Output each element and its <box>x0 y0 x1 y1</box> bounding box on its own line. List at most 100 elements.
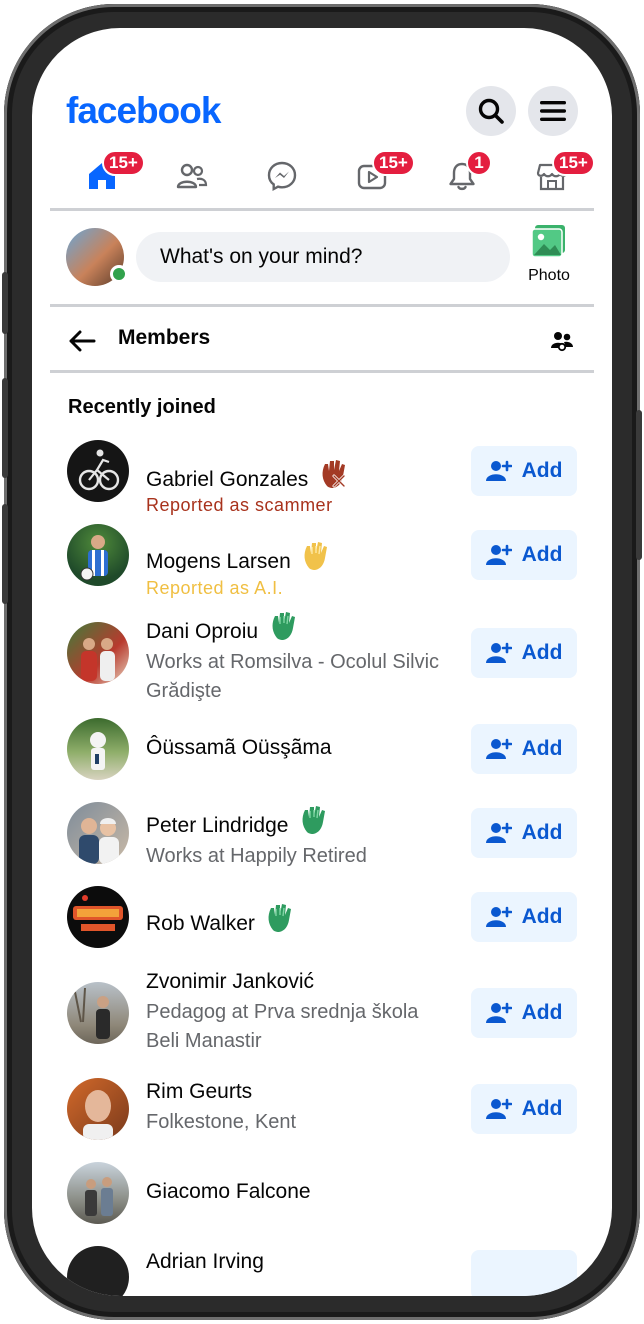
page-title: Members <box>118 326 211 349</box>
member-name[interactable]: Gabriel Gonzales <box>146 468 308 491</box>
avatar[interactable] <box>67 440 129 502</box>
couple-avatar-icon <box>79 818 119 864</box>
watch-badge: 15+ <box>372 150 415 176</box>
member-name[interactable]: Giacomo Falcone <box>146 1180 311 1203</box>
member-text: Rob Walker <box>146 900 466 938</box>
avatar[interactable] <box>67 1246 129 1296</box>
add-label: Add <box>521 737 563 760</box>
add-friend-icon <box>485 1098 512 1119</box>
add-friend-icon <box>485 738 512 759</box>
add-friend-button[interactable]: Add <box>471 446 577 496</box>
add-friend-button[interactable]: Add <box>471 1084 577 1134</box>
avatar[interactable] <box>67 622 129 684</box>
member-name[interactable]: Peter Lindridge <box>146 814 288 837</box>
nav-notifications[interactable]: 1 <box>432 148 492 204</box>
avatar[interactable] <box>67 524 129 586</box>
photo-button[interactable]: Photo <box>522 224 576 288</box>
member-text: Mogens Larsen Reported as A.I. <box>146 538 466 600</box>
nav-home[interactable]: 15+ <box>72 148 145 204</box>
composer-input[interactable]: What's on your mind? <box>136 232 510 282</box>
person-avatar-icon <box>74 987 110 1039</box>
person-avatar-icon <box>80 535 108 581</box>
add-label: Add <box>521 459 563 482</box>
nav-divider <box>50 208 594 211</box>
add-friend-button[interactable]: Add <box>471 892 577 942</box>
wave-green-icon[interactable] <box>297 802 333 838</box>
member-text: Peter Lindridge Works at Happily Retired <box>146 802 466 871</box>
bmx-avatar-icon <box>78 449 120 491</box>
add-friend-icon <box>485 642 512 663</box>
avatar[interactable] <box>67 718 129 780</box>
member-name[interactable]: Adrian Irving <box>146 1250 264 1273</box>
couple-avatar-icon <box>81 638 115 681</box>
members-divider <box>50 370 594 373</box>
member-name[interactable]: Zvonimir Janković <box>146 970 314 993</box>
member-subtitle: Folkestone, Kent <box>146 1111 297 1133</box>
members-header: Members <box>50 310 594 370</box>
member-name[interactable]: Rob Walker <box>146 912 255 935</box>
home-badge: 15+ <box>102 150 145 176</box>
add-friend-button[interactable]: Add <box>471 628 577 678</box>
wave-green-icon[interactable] <box>263 900 299 936</box>
member-text: Rim Geurts Folkestone, Kent <box>146 1078 466 1137</box>
wave-red-icon[interactable] <box>317 456 353 492</box>
add-label: Add <box>521 905 563 928</box>
people-icon[interactable] <box>550 330 574 352</box>
avatar[interactable] <box>67 1078 129 1140</box>
avatar[interactable] <box>67 886 129 948</box>
member-subtitle: Pedagog at Prva srednja škola Beli Manas… <box>146 1001 419 1052</box>
wave-green-icon[interactable] <box>267 608 303 644</box>
add-label: Add <box>521 641 563 664</box>
member-name[interactable]: Ôüssamã Oüsşãma <box>146 736 332 759</box>
member-subtitle: Reported as scammer <box>146 495 333 515</box>
add-label: Add <box>521 1001 563 1024</box>
friends-icon <box>176 163 208 189</box>
member-subtitle: Works at Romsilva - Ocolul Silvic Grădiş… <box>146 651 440 702</box>
member-text: Ôüssamã Oüsşãma <box>146 734 466 762</box>
notifications-badge: 1 <box>466 150 492 176</box>
add-label: Add <box>521 1097 563 1120</box>
nav-friends[interactable] <box>162 148 222 204</box>
add-label: Add <box>521 821 563 844</box>
main-nav: 15+ 15+ 1 15+ <box>50 148 595 204</box>
photo-icon <box>531 225 565 258</box>
search-button[interactable] <box>466 86 516 136</box>
section-title-recently-joined: Recently joined <box>68 396 216 418</box>
member-text: Giacomo Falcone <box>146 1178 466 1206</box>
add-friend-icon <box>485 1002 512 1023</box>
person-avatar-icon <box>83 1090 113 1140</box>
messenger-icon <box>267 161 297 192</box>
online-status-dot <box>110 265 128 283</box>
member-subtitle: Works at Happily Retired <box>146 845 367 867</box>
side-button-right <box>636 410 642 560</box>
photo-label: Photo <box>528 267 570 284</box>
member-name[interactable]: Dani Oproiu <box>146 620 258 643</box>
avatar[interactable] <box>67 802 129 864</box>
member-name[interactable]: Rim Geurts <box>146 1080 252 1103</box>
member-subtitle: Reported as A.I. <box>146 578 284 598</box>
avatar[interactable] <box>67 1162 129 1224</box>
add-friend-icon <box>485 822 512 843</box>
back-arrow-icon[interactable] <box>68 330 96 352</box>
add-friend-button[interactable]: Add <box>471 988 577 1038</box>
app-screen: facebook 15+ 15+ 1 15+ What's on your mi… <box>32 28 612 1296</box>
nav-marketplace[interactable]: 15+ <box>522 148 595 204</box>
add-label: Add <box>521 543 563 566</box>
figure-avatar-icon <box>90 732 106 770</box>
menu-button[interactable] <box>528 86 578 136</box>
avatar[interactable] <box>67 982 129 1044</box>
add-friend-button[interactable]: Add <box>471 808 577 858</box>
nav-watch[interactable]: 15+ <box>342 148 415 204</box>
member-name[interactable]: Mogens Larsen <box>146 550 291 573</box>
add-friend-button[interactable]: Add <box>471 530 577 580</box>
nav-messenger[interactable] <box>252 148 312 204</box>
menu-icon <box>540 101 566 121</box>
facebook-logo[interactable]: facebook <box>66 90 221 132</box>
add-friend-button[interactable] <box>471 1250 577 1296</box>
add-friend-button[interactable]: Add <box>471 724 577 774</box>
member-text: Dani Oproiu Works at Romsilva - Ocolul S… <box>146 608 466 706</box>
composer-divider <box>50 304 594 307</box>
wave-yellow-icon[interactable] <box>299 538 335 574</box>
people-avatar-icon <box>85 1177 113 1216</box>
side-button-left-3 <box>2 504 8 604</box>
